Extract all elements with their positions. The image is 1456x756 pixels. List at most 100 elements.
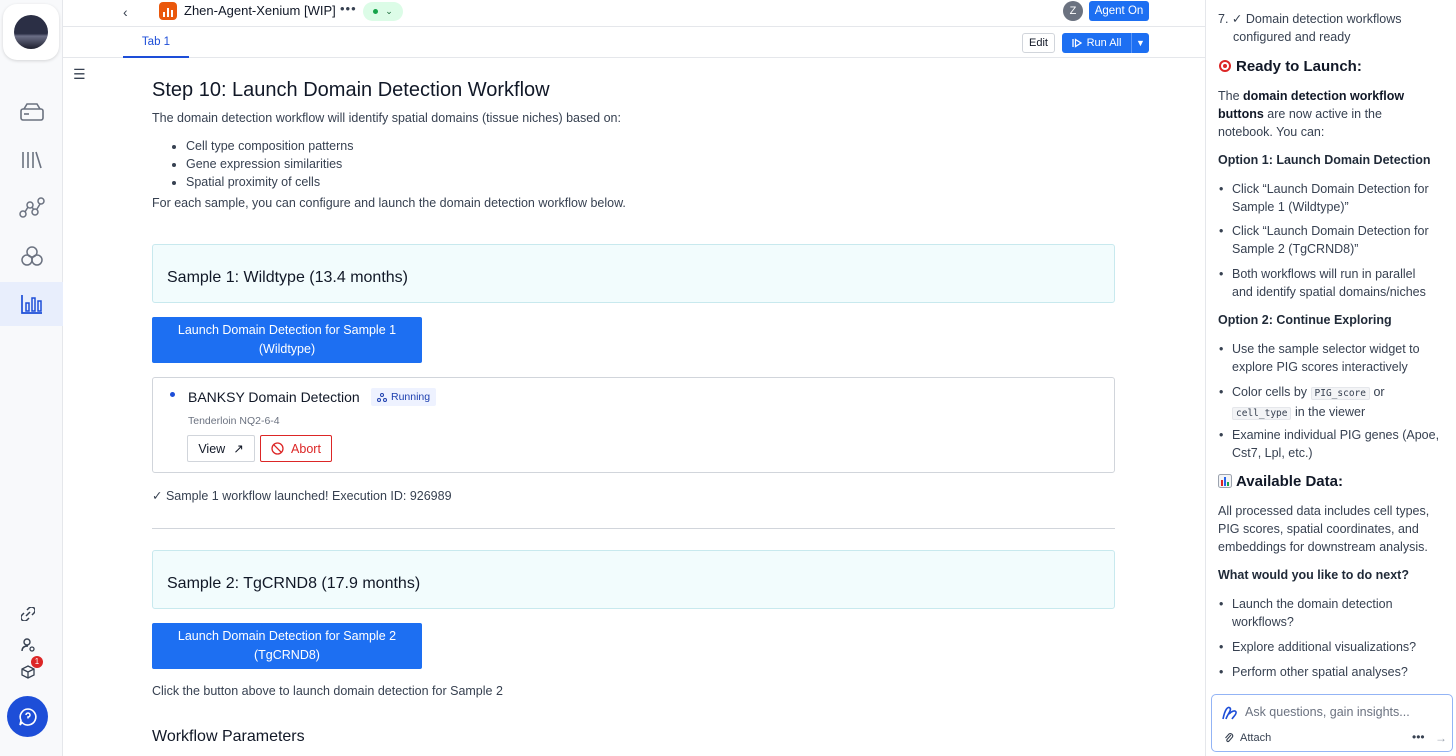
opt1-item2-l1: Click “Launch Domain Detection for (1232, 224, 1429, 238)
notification-badge: 1 (31, 656, 43, 668)
link-button[interactable] (18, 604, 38, 624)
view-button[interactable]: View ↗ (187, 435, 255, 462)
sample1-title: Sample 1: Wildtype (13.4 months) (167, 269, 408, 286)
sample2-header: Sample 2: TgCRND8 (17.9 months) (152, 550, 1115, 609)
launch-sample1-button[interactable]: Launch Domain Detection for Sample 1 (Wi… (152, 317, 422, 363)
data-p-line1: All processed data includes cell types, (1218, 504, 1430, 518)
criteria-list: Cell type composition patterns Gene expr… (174, 137, 353, 191)
paperclip-icon (1225, 733, 1234, 742)
option1-heading: Option 1: Launch Domain Detection (1218, 153, 1431, 167)
chat-item7-line1: 7. ✓ Domain detection workflows (1218, 12, 1402, 26)
job-subtitle: Tenderloin NQ2-6-4 (188, 415, 280, 427)
send-arrow-icon[interactable]: → (1435, 731, 1447, 745)
workflow-params-heading: Workflow Parameters (152, 728, 305, 745)
left-rail: 1 (0, 0, 63, 756)
ready-heading: Ready to Launch: (1218, 58, 1362, 75)
link-icon (21, 607, 35, 621)
running-badge: Running (371, 388, 437, 406)
list-item: Perform other spatial analyses? (1219, 663, 1408, 681)
chat-fab-button[interactable] (7, 696, 48, 737)
list-item: Use the sample selector widget to explore… (1219, 340, 1420, 376)
sample2-hint: Click the button above to launch domain … (152, 684, 503, 698)
user-avatar[interactable]: Z (1063, 1, 1083, 21)
target-icon (1219, 60, 1231, 72)
list-item: Both workflows will run in parallel and i… (1219, 265, 1426, 301)
run-all-main[interactable]: Run All (1062, 33, 1131, 53)
list-item: Click “Launch Domain Detection for Sample… (1219, 180, 1429, 216)
option2-heading: Option 2: Continue Exploring (1218, 313, 1392, 327)
ready-p1: The domain detection workflow (1218, 87, 1404, 105)
data-p-line3: embeddings for downstream analysis. (1218, 540, 1428, 554)
opt1-item2-l2: Sample 2 (TgCRND8)” (1232, 242, 1359, 256)
opt1-item3-l2: and identify spatial domains/niches (1232, 285, 1426, 299)
chat-input-box[interactable]: Ask questions, gain insights... Attach •… (1211, 694, 1453, 752)
ready-p1-bold2: buttons (1218, 107, 1264, 121)
intro-text: The domain detection workflow will ident… (152, 111, 621, 125)
library-nav[interactable] (0, 138, 63, 182)
workflow-nav[interactable] (0, 186, 63, 230)
next-item1-l1: Launch the domain detection (1232, 597, 1393, 611)
agent-on-button[interactable]: Agent On (1089, 1, 1149, 21)
notebook-chart-icon (159, 2, 177, 20)
ready-p3: notebook. You can: (1218, 125, 1325, 139)
opt1-item1-l1: Click “Launch Domain Detection for (1232, 182, 1429, 196)
run-all-button[interactable]: Run All ▼ (1062, 33, 1149, 53)
data-p-line2: PIG scores, spatial coordinates, and (1218, 522, 1419, 536)
list-item: Cell type composition patterns (186, 137, 353, 155)
next-heading: What would you like to do next? (1218, 568, 1409, 582)
step-heading: Step 10: Launch Domain Detection Workflo… (152, 79, 550, 101)
next-item1-l2: workflows? (1232, 615, 1294, 629)
cells-icon (20, 246, 43, 266)
cells-nav[interactable] (0, 234, 63, 278)
packages-button[interactable]: 1 (18, 656, 43, 682)
opt1-item3-l1: Both workflows will run in parallel (1232, 267, 1416, 281)
list-item: Explore additional visualizations? (1219, 638, 1416, 656)
library-icon (21, 151, 42, 169)
code-cell-type: cell_type (1232, 407, 1292, 420)
list-item: Gene expression similarities (186, 155, 353, 173)
agent-logo-icon (1222, 706, 1237, 720)
opt2-item3-l2: Cst7, Lpl, etc.) (1232, 446, 1313, 460)
edit-button[interactable]: Edit (1022, 33, 1055, 53)
job-title: BANKSY Domain Detection (188, 389, 360, 405)
launch-sample2-button[interactable]: Launch Domain Detection for Sample 2 (Tg… (152, 623, 422, 669)
sample1-result: ✓ Sample 1 workflow launched! Execution … (152, 489, 452, 503)
chat-bubble-icon (18, 707, 37, 726)
more-options-icon[interactable]: ••• (1412, 730, 1425, 744)
status-dot-icon (373, 9, 379, 14)
tab-1[interactable]: Tab 1 (123, 27, 189, 58)
more-options-icon[interactable]: ••• (340, 1, 357, 16)
job-card: BANKSY Domain Detection Running Tenderlo… (152, 377, 1115, 473)
opt2-item1-l1: Use the sample selector widget to (1232, 342, 1420, 356)
storage-nav[interactable] (0, 90, 63, 134)
attach-button[interactable]: Attach (1224, 732, 1271, 744)
available-data-heading: Available Data: (1218, 473, 1343, 490)
chat-input-placeholder[interactable]: Ask questions, gain insights... (1245, 705, 1410, 719)
list-item: Color cells by PIG_score or cell_type in … (1219, 383, 1385, 423)
back-chevron-icon[interactable]: ‹ (123, 4, 128, 20)
sample1-header: Sample 1: Wildtype (13.4 months) (152, 244, 1115, 303)
run-all-chevron-icon[interactable]: ▼ (1131, 33, 1149, 53)
abort-icon (271, 442, 284, 455)
kernel-status-dropdown[interactable]: ⌄ (363, 2, 403, 21)
workspace-logo[interactable] (3, 4, 59, 60)
launch-sample2-line2: (TgCRND8) (254, 648, 320, 662)
user-settings-button[interactable] (18, 635, 38, 655)
list-item: Examine individual PIG genes (Apoe, Cst7,… (1219, 426, 1439, 462)
run-all-label: Run All (1086, 37, 1122, 49)
opt1-item1-l2: Sample 1 (Wildtype)” (1232, 200, 1349, 214)
bar-chart-icon (1218, 474, 1232, 488)
view-label: View (198, 441, 226, 456)
notebook-title[interactable]: Zhen-Agent-Xenium [WIP] (184, 3, 336, 18)
running-icon (377, 392, 387, 402)
chart-icon (20, 295, 42, 314)
divider (152, 528, 1115, 529)
opt2-item2-post: in the viewer (1291, 405, 1366, 419)
chart-nav[interactable] (0, 282, 63, 326)
arrow-up-right-icon: ↗ (233, 442, 244, 456)
opt2-item2-mid: or (1369, 385, 1385, 399)
abort-button[interactable]: Abort (260, 435, 332, 462)
chevron-down-icon: ⌄ (385, 6, 393, 16)
launch-sample1-line2: (Wildtype) (258, 342, 316, 356)
menu-icon[interactable]: ☰ (73, 66, 86, 83)
